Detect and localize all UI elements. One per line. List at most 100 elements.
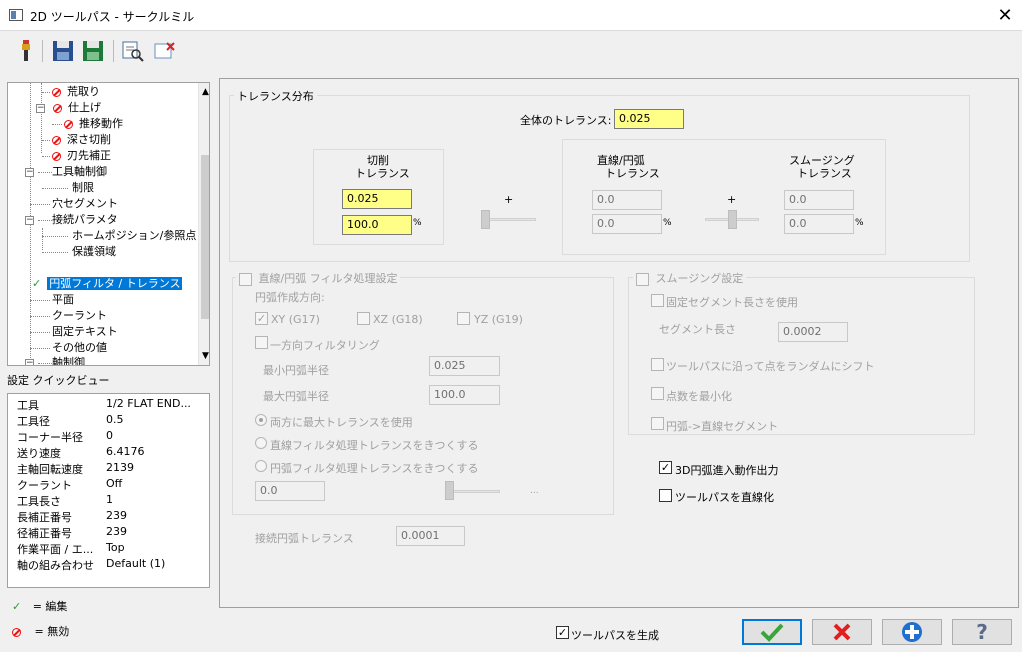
tree-item-limits[interactable]: 制限 — [42, 180, 94, 196]
percent-label: % — [413, 218, 422, 228]
window-title: 2D ツールパス - サークルミル — [30, 10, 195, 24]
disabled-icon — [64, 119, 73, 129]
quickview-title: 設定 クイックビュー — [7, 374, 110, 387]
max-radius-input[interactable]: 100.0 — [429, 385, 500, 405]
minimize-points-checkbox[interactable] — [651, 387, 664, 400]
tree-item-rough[interactable]: 荒取り — [42, 84, 100, 100]
cut-tolerance-input[interactable]: 0.025 — [342, 189, 412, 209]
line-tolerance-input[interactable]: 0.0 — [592, 190, 662, 210]
quickview-label: 長補正番号 — [17, 511, 72, 524]
cut-distribution-slider[interactable] — [481, 210, 490, 229]
linearize-checkbox[interactable] — [659, 489, 672, 502]
quickview-label: 工具長さ — [17, 495, 61, 508]
arc-to-line-checkbox[interactable] — [651, 417, 664, 430]
tree-item-depth-cut[interactable]: 深さ切削 — [42, 132, 111, 148]
parameter-tree[interactable]: 荒取り − 仕上げ 推移動作 深さ切削 刃先補正 − 工具軸制御 制限 穴セグメント… — [7, 82, 210, 366]
percent-label: % — [855, 218, 864, 228]
xz-label: XZ (G18) — [373, 313, 423, 326]
segment-length-input[interactable]: 0.0002 — [778, 322, 848, 342]
save-green-icon[interactable] — [80, 38, 106, 64]
oneway-label: 一方向フィルタリング — [270, 339, 380, 352]
xz-checkbox[interactable] — [357, 312, 370, 325]
save-icon[interactable] — [50, 38, 76, 64]
tree-item-finish[interactable]: − 仕上げ — [36, 100, 101, 116]
arc-direction-label: 円弧作成方向: — [255, 291, 325, 304]
total-tolerance-input[interactable]: 0.025 — [614, 109, 684, 129]
oneway-checkbox[interactable] — [255, 336, 268, 349]
smooth-tolerance-input[interactable]: 0.0 — [784, 190, 854, 210]
tree-item-coolant[interactable]: クーラント — [30, 308, 107, 324]
scrollbar-thumb[interactable] — [201, 155, 209, 319]
legend-disabled: = 無効 — [12, 623, 69, 639]
toolbar-separator — [42, 40, 43, 62]
quickview-label: 工具径 — [17, 415, 50, 428]
ok-button[interactable] — [742, 619, 802, 645]
line-tolerance-title: トレランス — [605, 167, 660, 180]
smoothing-checkbox[interactable] — [636, 272, 649, 286]
tighten-value-input[interactable]: 0.0 — [255, 481, 325, 501]
tree-item-home-position[interactable]: ホームポジション/参照点 — [42, 228, 196, 244]
close-button[interactable]: ✕ — [990, 2, 1020, 29]
tree-item-linking[interactable]: − 接続パラメタ — [25, 212, 118, 228]
smooth-distribution-slider[interactable] — [727, 210, 737, 229]
random-shift-checkbox[interactable] — [651, 358, 664, 371]
check-icon: ✓ — [32, 277, 42, 290]
tree-item-cutter-comp[interactable]: 刃先補正 — [42, 148, 111, 164]
radio-tighten-arc[interactable] — [255, 460, 267, 472]
expand-icon[interactable]: − — [25, 358, 34, 365]
tree-item-arc-filter[interactable]: ✓ 円弧フィルタ / トレランス — [30, 276, 183, 292]
line-percent-input[interactable]: 0.0 — [592, 214, 662, 234]
radio-tighten-arc-label: 円弧フィルタ処理トレランスをきつくする — [270, 462, 479, 475]
add-button[interactable] — [882, 619, 942, 645]
cut-percent-input[interactable]: 100.0 — [342, 215, 412, 235]
tree-scrollbar[interactable]: ▲ ▼ — [198, 83, 209, 365]
scroll-up-icon[interactable]: ▲ — [202, 87, 209, 97]
radio-tighten-line[interactable] — [255, 437, 267, 449]
tangent-arc-input[interactable]: 0.0001 — [396, 526, 465, 546]
tree-item-plane[interactable]: 平面 — [30, 292, 74, 308]
tree-item-protect-area[interactable]: 保護領域 — [42, 244, 116, 260]
cancel-button[interactable] — [812, 619, 872, 645]
preview-icon[interactable] — [120, 38, 146, 64]
yz-checkbox[interactable] — [457, 312, 470, 325]
collapse-icon[interactable]: − — [25, 215, 34, 225]
segment-length-label: セグメント長さ — [659, 323, 736, 336]
fixed-segment-checkbox[interactable] — [651, 294, 664, 307]
collapse-icon[interactable]: − — [25, 167, 34, 177]
min-radius-input[interactable]: 0.025 — [429, 356, 500, 376]
toolbar-separator — [113, 40, 114, 62]
total-tolerance-label: 全体のトレランス: — [520, 114, 612, 127]
tangent-arc-label: 接続円弧トレランス — [255, 532, 354, 545]
scroll-down-icon[interactable]: ▼ — [202, 351, 209, 361]
generate-toolpath-checkbox[interactable]: ✓ — [556, 626, 569, 639]
percent-label: % — [663, 218, 672, 228]
help-button[interactable]: ? — [952, 619, 1012, 645]
tree-item-tool-axis[interactable]: − 工具軸制御 — [25, 164, 107, 180]
arc-3d-checkbox[interactable]: ✓ — [659, 461, 672, 474]
quickview-label: 工具 — [17, 399, 39, 412]
xy-checkbox[interactable]: ✓ — [255, 312, 268, 325]
quickview-value: 0 — [106, 429, 113, 442]
disabled-icon — [12, 627, 21, 637]
disabled-icon — [52, 135, 61, 145]
radio-tighten-line-label: 直線フィルタ処理トレランスをきつくする — [270, 439, 479, 452]
radio-use-max-both[interactable] — [255, 414, 267, 426]
tree-item-canned-text[interactable]: 固定テキスト — [30, 324, 118, 340]
smoothing-title: スムージング設定 — [633, 270, 747, 286]
arc-filter-checkbox[interactable] — [239, 272, 252, 286]
tree-item-axis-control[interactable]: − 軸制御 — [25, 355, 85, 365]
tree-item-hole-segment[interactable]: 穴セグメント — [30, 196, 118, 212]
legend-edit: ✓ = 編集 — [12, 600, 68, 613]
disabled-icon — [52, 151, 61, 161]
quickview-value: Top — [106, 541, 125, 554]
smooth-percent-input[interactable]: 0.0 — [784, 214, 854, 234]
quickview-panel: 工具 1/2 FLAT END... 工具径 0.5 コーナー半径 0 送り速度… — [7, 393, 210, 588]
disabled-icon — [52, 87, 61, 97]
tree-item-misc-values[interactable]: その他の値 — [30, 340, 107, 356]
linearize-label: ツールパスを直線化 — [675, 491, 774, 504]
tighten-slider[interactable] — [445, 481, 454, 500]
tool-icon[interactable] — [12, 38, 38, 64]
collapse-icon[interactable]: − — [36, 103, 45, 113]
tree-item-transition[interactable]: 推移動作 — [52, 116, 123, 132]
clear-icon[interactable] — [152, 38, 178, 64]
